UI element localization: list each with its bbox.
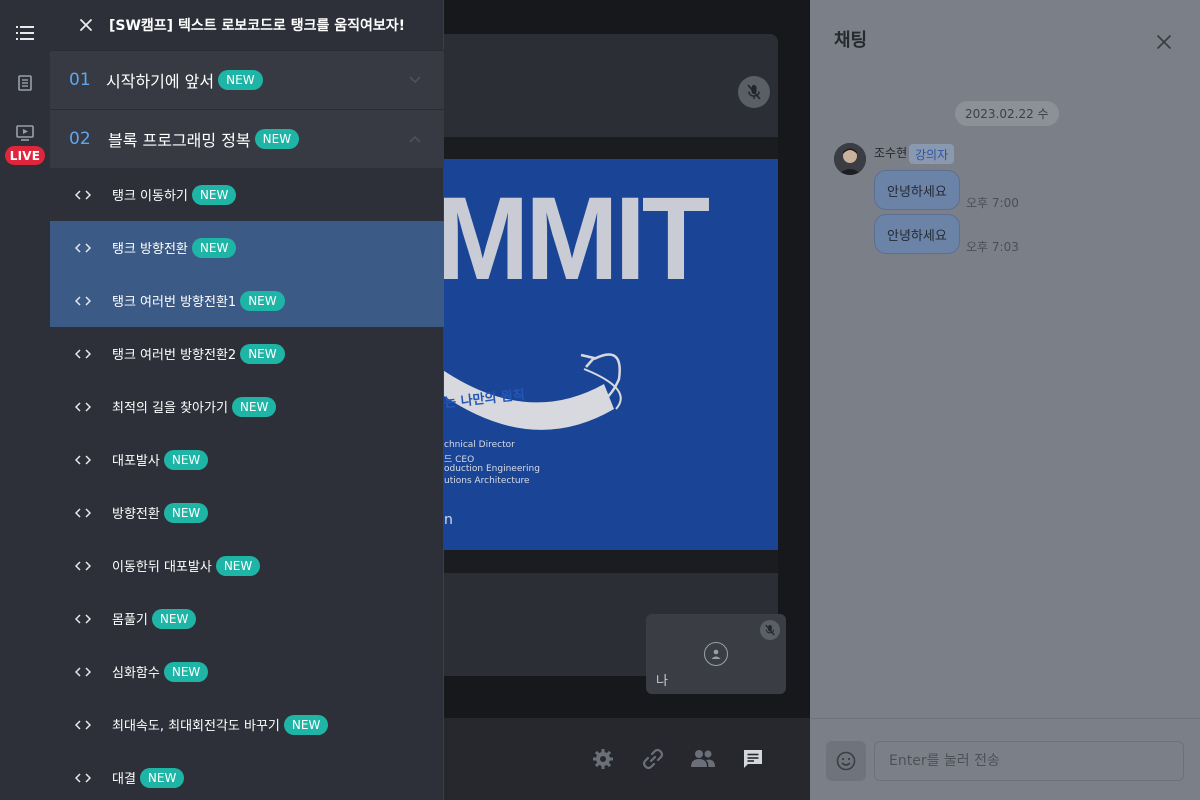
link-icon[interactable] (640, 746, 666, 772)
code-icon (74, 506, 92, 520)
code-icon (74, 559, 92, 573)
lesson-item[interactable]: 탱크 여러번 방향전환1 NEW (50, 274, 444, 327)
live-badge: LIVE (5, 146, 45, 165)
message-bubble: 안녕하세요 (874, 170, 960, 210)
lesson-label: 이동한뒤 대포발사 (112, 560, 212, 575)
slide-line-4: utions Architecture (444, 476, 530, 486)
code-icon (74, 241, 92, 255)
close-icon[interactable] (1152, 30, 1176, 54)
lesson-item[interactable]: 최대속도, 최대회전각도 바꾸기 NEW (50, 698, 444, 751)
video-area: MMIT 는 나만의 원칙 chnical Director 드 CEO odu… (444, 0, 810, 718)
new-badge: NEW (139, 767, 185, 788)
settings-gear-icon[interactable] (590, 746, 616, 772)
slide-line-3: oduction Engineering (444, 464, 540, 474)
chevron-up-icon[interactable] (408, 132, 422, 146)
section-number: 01 (69, 70, 91, 90)
role-badge: 강의자 (909, 144, 955, 164)
slide-footer: n (444, 512, 453, 528)
lesson-label: 최적의 길을 찾아가기 (112, 401, 228, 416)
lesson-item[interactable]: 몸풀기 NEW (50, 592, 444, 645)
lesson-label: 최대속도, 최대회전각도 바꾸기 (112, 719, 280, 734)
participants-icon[interactable] (690, 746, 716, 772)
new-badge: NEW (215, 555, 261, 576)
lesson-label: 대결 (112, 772, 136, 787)
new-badge: NEW (231, 396, 277, 417)
section-01[interactable]: 01 시작하기에 앞서 NEW (50, 50, 444, 109)
code-icon (74, 347, 92, 361)
self-mic-muted-icon[interactable] (760, 620, 780, 640)
lesson-item[interactable]: 방향전환 NEW (50, 486, 444, 539)
message-author: 조수현 (874, 146, 908, 160)
new-badge: NEW (163, 661, 209, 682)
code-icon (74, 665, 92, 679)
section-label: 블록 프로그래밍 정복 (108, 131, 251, 150)
left-rail: LIVE (0, 0, 50, 800)
lesson-label: 탱크 이동하기 (112, 189, 188, 204)
new-badge: NEW (240, 290, 285, 311)
curriculum-panel: [SW캠프] 텍스트 로보코드로 탱크를 움직여보자! 01 시작하기에 앞서 … (50, 0, 444, 800)
code-icon (74, 188, 92, 202)
close-icon[interactable] (76, 15, 96, 35)
chevron-down-icon[interactable] (408, 73, 422, 87)
section-number: 02 (69, 129, 91, 149)
shared-slide: MMIT 는 나만의 원칙 chnical Director 드 CEO odu… (444, 159, 778, 550)
message-time: 오후 7:00 (966, 196, 1019, 210)
new-badge: NEW (151, 608, 197, 629)
self-name-label: 나 (656, 674, 668, 689)
code-icon (74, 453, 92, 467)
chat-bubble-icon[interactable] (740, 746, 766, 772)
chat-title: 채팅 (834, 30, 868, 51)
lesson-label: 대포발사 (112, 454, 160, 469)
new-badge: NEW (283, 714, 329, 735)
new-badge: NEW (218, 70, 263, 90)
list-menu-icon[interactable] (0, 11, 50, 55)
emoji-icon[interactable] (826, 741, 866, 781)
presenter-video: MMIT 는 나만의 원칙 chnical Director 드 CEO odu… (444, 34, 778, 676)
panel-header: [SW캠프] 텍스트 로보코드로 탱크를 움직여보자! (50, 0, 444, 50)
message-time: 오후 7:03 (966, 240, 1019, 254)
self-video-tile[interactable]: 나 (646, 614, 786, 694)
lesson-label: 심화함수 (112, 666, 160, 681)
code-icon (74, 612, 92, 626)
section-02[interactable]: 02 블록 프로그래밍 정복 NEW (50, 109, 444, 168)
code-icon (74, 294, 92, 308)
new-badge: NEW (254, 129, 300, 149)
lesson-label: 몸풀기 (112, 613, 148, 628)
document-icon[interactable] (0, 61, 50, 105)
chat-message-input[interactable] (874, 741, 1184, 781)
new-badge: NEW (191, 237, 237, 258)
lesson-item[interactable]: 탱크 이동하기 NEW (50, 168, 444, 221)
avatar (834, 143, 866, 175)
lesson-label: 방향전환 (112, 507, 160, 522)
user-placeholder-icon (704, 642, 728, 666)
new-badge: NEW (240, 343, 285, 364)
message-bubble: 안녕하세요 (874, 214, 960, 254)
code-icon (74, 718, 92, 732)
lesson-item[interactable]: 탱크 방향전환 NEW (50, 221, 444, 274)
lesson-item[interactable]: 대결 NEW (50, 751, 444, 800)
section-label: 시작하기에 앞서 (106, 72, 215, 91)
mic-muted-icon[interactable] (738, 76, 770, 108)
new-badge: NEW (191, 184, 237, 205)
new-badge: NEW (163, 502, 209, 523)
slide-line-1: chnical Director (444, 440, 515, 450)
chat-panel: 채팅 2023.02.22 수 조수현 강의자 안녕하세요 오후 7:00 안녕… (810, 0, 1200, 800)
lesson-item[interactable]: 탱크 여러번 방향전환2 NEW (50, 327, 444, 380)
lesson-item[interactable]: 대포발사 NEW (50, 433, 444, 486)
course-title: [SW캠프] 텍스트 로보코드로 탱크를 움직여보자! (109, 18, 406, 34)
lesson-label: 탱크 여러번 방향전환1 (112, 295, 237, 310)
meeting-toolbar (444, 718, 810, 800)
chat-composer (810, 718, 1200, 800)
lesson-item[interactable]: 이동한뒤 대포발사 NEW (50, 539, 444, 592)
lesson-item[interactable]: 최적의 길을 찾아가기 NEW (50, 380, 444, 433)
lesson-item[interactable]: 심화함수 NEW (50, 645, 444, 698)
slide-ribbon-graphic (444, 353, 622, 430)
code-icon (74, 400, 92, 414)
new-badge: NEW (163, 449, 209, 470)
lesson-label: 탱크 여러번 방향전환2 (112, 348, 237, 363)
lesson-label: 탱크 방향전환 (112, 242, 188, 257)
date-divider: 2023.02.22 수 (955, 101, 1059, 126)
code-icon (74, 771, 92, 785)
